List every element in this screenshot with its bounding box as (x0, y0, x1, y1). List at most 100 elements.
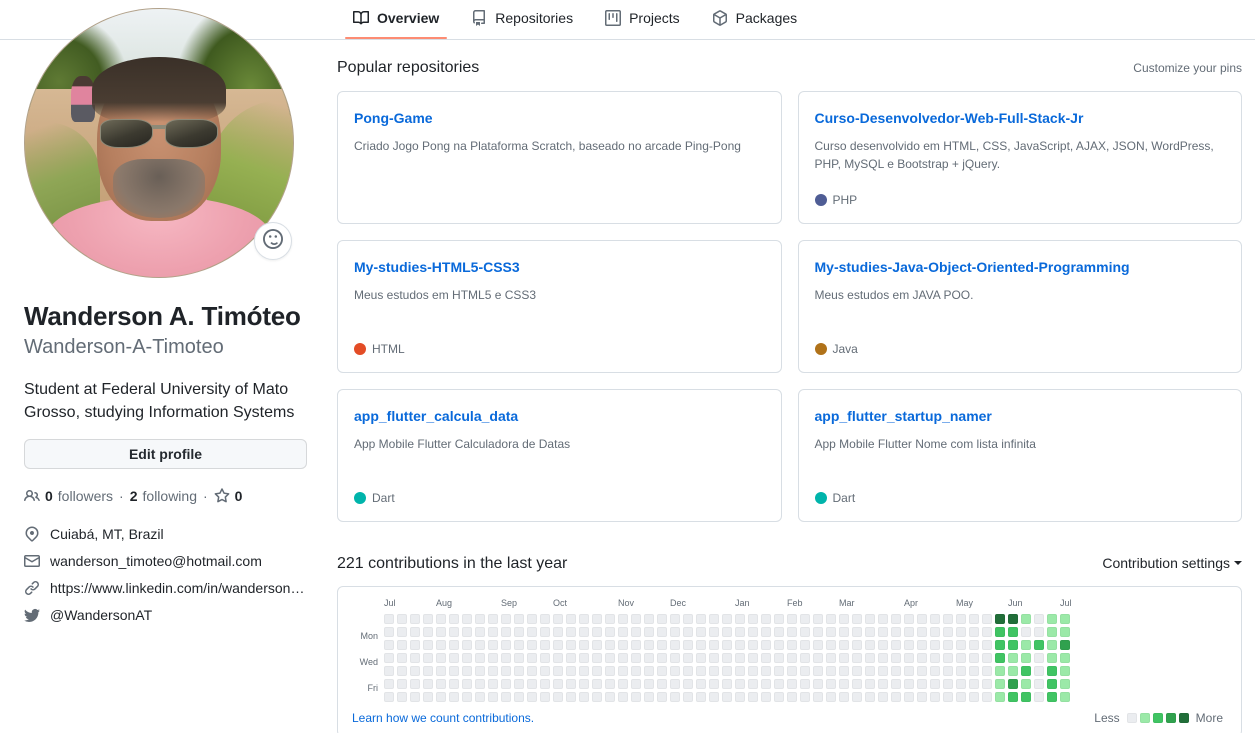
contribution-cell[interactable] (1021, 692, 1031, 702)
contribution-cell[interactable] (566, 627, 576, 637)
contribution-cell[interactable] (709, 666, 719, 676)
contribution-cell[interactable] (891, 640, 901, 650)
contribution-cell[interactable] (475, 692, 485, 702)
contribution-cell[interactable] (709, 653, 719, 663)
contribution-cell[interactable] (800, 640, 810, 650)
contribution-cell[interactable] (501, 614, 511, 624)
repo-card[interactable]: Curso-Desenvolvedor-Web-Full-Stack-Jr Cu… (797, 91, 1242, 224)
contribution-cell[interactable] (540, 614, 550, 624)
contribution-cell[interactable] (670, 640, 680, 650)
contribution-cell[interactable] (852, 692, 862, 702)
contribution-cell[interactable] (1034, 640, 1044, 650)
contribution-cell[interactable] (449, 653, 459, 663)
contribution-cell[interactable] (631, 640, 641, 650)
contribution-cell[interactable] (878, 679, 888, 689)
contribution-cell[interactable] (540, 666, 550, 676)
contribution-cell[interactable] (462, 666, 472, 676)
contribution-cell[interactable] (735, 692, 745, 702)
contribution-cell[interactable] (475, 640, 485, 650)
contribution-cell[interactable] (787, 640, 797, 650)
contribution-cell[interactable] (904, 640, 914, 650)
contribution-cell[interactable] (696, 640, 706, 650)
contribution-cell[interactable] (891, 692, 901, 702)
contribution-cell[interactable] (904, 627, 914, 637)
contribution-cell[interactable] (722, 692, 732, 702)
contribution-cell[interactable] (527, 679, 537, 689)
contribution-cell[interactable] (774, 666, 784, 676)
contribution-cell[interactable] (917, 679, 927, 689)
contribution-cell[interactable] (826, 653, 836, 663)
contribution-cell[interactable] (657, 614, 667, 624)
contribution-cell[interactable] (904, 614, 914, 624)
contribution-cell[interactable] (553, 692, 563, 702)
contribution-cell[interactable] (1047, 627, 1057, 637)
contribution-cell[interactable] (631, 666, 641, 676)
contribution-cell[interactable] (943, 653, 953, 663)
contribution-cell[interactable] (384, 614, 394, 624)
contribution-cell[interactable] (722, 653, 732, 663)
contribution-cell[interactable] (514, 653, 524, 663)
contribution-cell[interactable] (488, 640, 498, 650)
contribution-cell[interactable] (670, 666, 680, 676)
contribution-cell[interactable] (1060, 692, 1070, 702)
contribution-cell[interactable] (995, 692, 1005, 702)
contribution-cell[interactable] (657, 666, 667, 676)
contribution-cell[interactable] (956, 692, 966, 702)
contribution-cell[interactable] (527, 666, 537, 676)
contribution-cell[interactable] (683, 666, 693, 676)
contribution-cell[interactable] (774, 653, 784, 663)
detail-twitter[interactable]: @WandersonAT (24, 605, 320, 626)
contribution-cell[interactable] (527, 653, 537, 663)
contribution-cell[interactable] (592, 653, 602, 663)
contribution-cell[interactable] (618, 679, 628, 689)
contribution-cell[interactable] (410, 666, 420, 676)
contribution-cell[interactable] (618, 627, 628, 637)
following-count[interactable]: 2 (130, 486, 138, 506)
contribution-cell[interactable] (813, 679, 823, 689)
contribution-cell[interactable] (423, 627, 433, 637)
contribution-cell[interactable] (956, 653, 966, 663)
tab-overview[interactable]: Overview (337, 0, 455, 39)
learn-contributions-link[interactable]: Learn how we count contributions. (352, 711, 534, 725)
contribution-cell[interactable] (1008, 614, 1018, 624)
contribution-cell[interactable] (605, 666, 615, 676)
contribution-cell[interactable] (501, 653, 511, 663)
customize-pins-link[interactable]: Customize your pins (1133, 61, 1242, 75)
contribution-cell[interactable] (1034, 692, 1044, 702)
contribution-cell[interactable] (1047, 640, 1057, 650)
contribution-cell[interactable] (605, 679, 615, 689)
contribution-cell[interactable] (644, 679, 654, 689)
repo-name-link[interactable]: app_flutter_startup_namer (815, 406, 1226, 427)
contribution-cell[interactable] (410, 653, 420, 663)
contribution-cell[interactable] (722, 679, 732, 689)
contribution-cell[interactable] (488, 692, 498, 702)
contribution-cell[interactable] (579, 627, 589, 637)
contribution-cell[interactable] (670, 614, 680, 624)
contribution-cell[interactable] (553, 627, 563, 637)
contribution-cell[interactable] (930, 679, 940, 689)
contribution-cell[interactable] (956, 627, 966, 637)
contribution-cell[interactable] (800, 692, 810, 702)
contribution-cell[interactable] (592, 627, 602, 637)
contribution-cell[interactable] (1008, 692, 1018, 702)
contribution-cell[interactable] (787, 653, 797, 663)
contribution-cell[interactable] (709, 614, 719, 624)
contribution-cell[interactable] (748, 692, 758, 702)
contribution-cell[interactable] (1060, 666, 1070, 676)
repo-card[interactable]: app_flutter_startup_namer App Mobile Flu… (797, 389, 1242, 522)
contribution-cell[interactable] (800, 666, 810, 676)
contribution-cell[interactable] (982, 614, 992, 624)
contribution-cell[interactable] (813, 666, 823, 676)
contribution-cell[interactable] (579, 640, 589, 650)
contribution-settings-button[interactable]: Contribution settings (1102, 555, 1242, 571)
contribution-cell[interactable] (1060, 627, 1070, 637)
contribution-cell[interactable] (865, 679, 875, 689)
contribution-cell[interactable] (748, 653, 758, 663)
contribution-cell[interactable] (436, 614, 446, 624)
repo-name-link[interactable]: My-studies-Java-Object-Oriented-Programm… (815, 257, 1226, 278)
contribution-cell[interactable] (514, 666, 524, 676)
contribution-cell[interactable] (540, 692, 550, 702)
contribution-cell[interactable] (605, 614, 615, 624)
contribution-cell[interactable] (397, 627, 407, 637)
contribution-cell[interactable] (1034, 653, 1044, 663)
